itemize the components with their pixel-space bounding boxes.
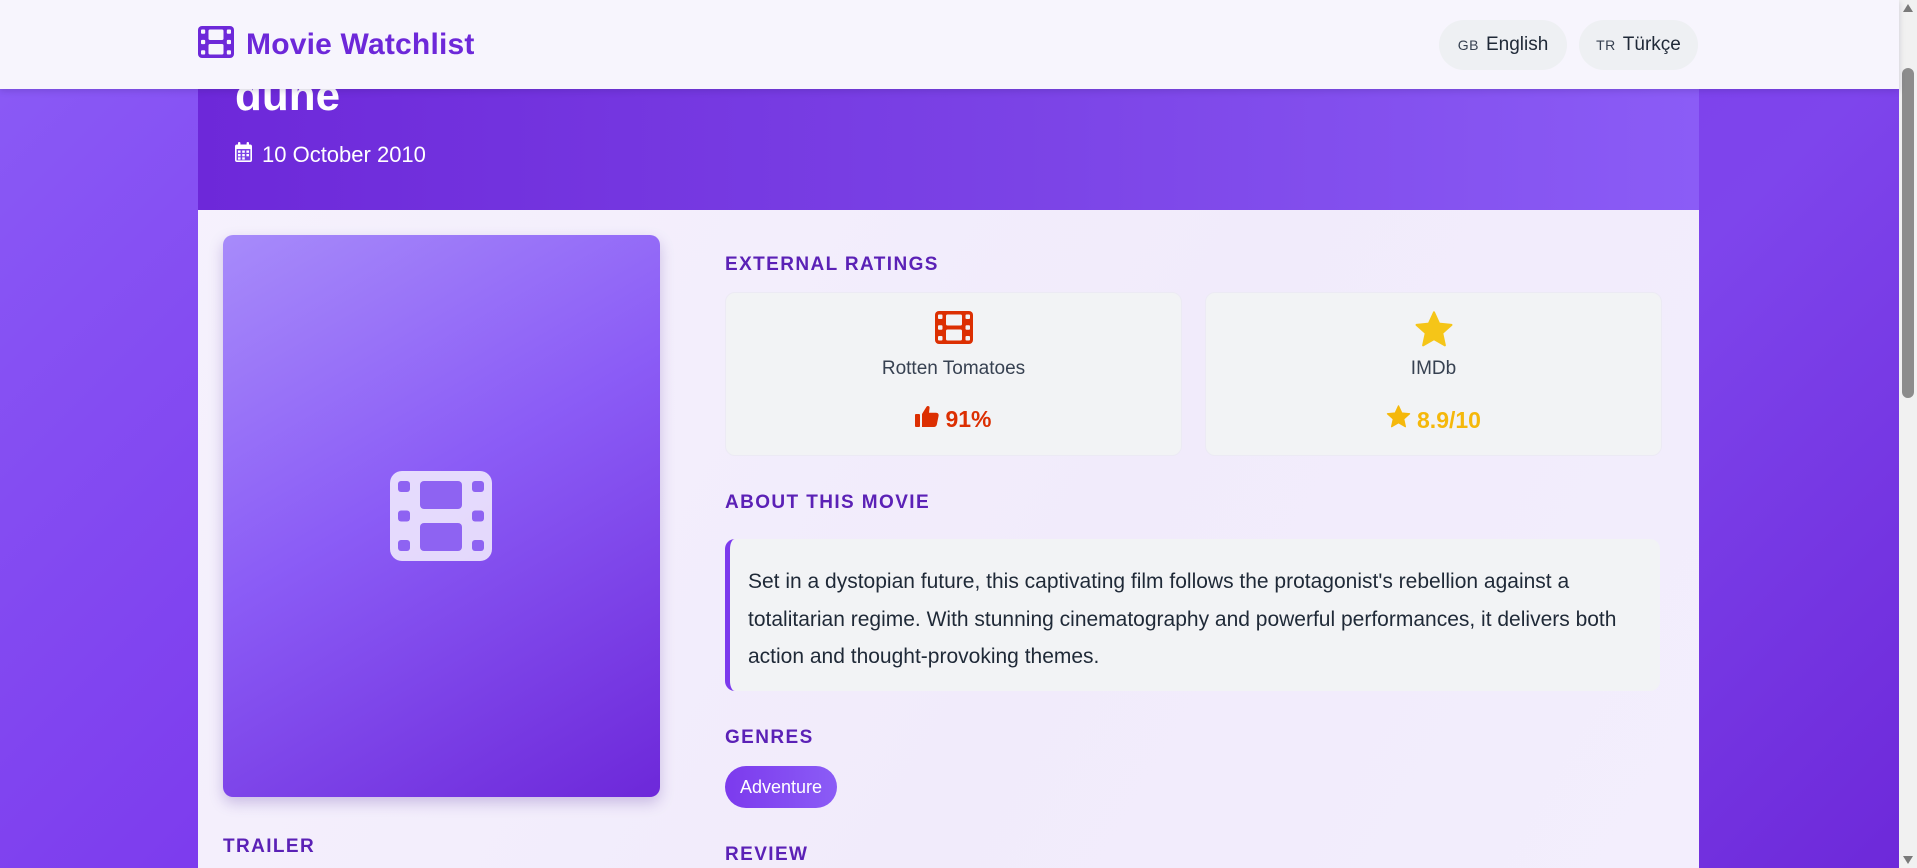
about-heading: ABOUT THIS MOVIE xyxy=(725,492,931,513)
star-icon xyxy=(1386,405,1411,435)
release-date: 10 October 2010 xyxy=(235,142,426,168)
rating-value-text: 91% xyxy=(945,405,992,432)
release-date-text: 10 October 2010 xyxy=(262,142,426,167)
scrollbar-thumb[interactable] xyxy=(1902,68,1914,398)
flag-tr-icon: TR xyxy=(1596,37,1616,53)
page-scrollbar[interactable] xyxy=(1899,0,1917,868)
review-heading: REVIEW xyxy=(725,844,809,865)
genre-tag[interactable]: Adventure xyxy=(725,766,837,808)
movie-detail-card: dune 10 October 2010 TRAILER EXTERNAL RA… xyxy=(198,0,1699,868)
about-description: Set in a dystopian future, this captivat… xyxy=(748,570,1617,668)
star-icon xyxy=(1414,311,1454,354)
rating-value-rotten-tomatoes: 91% xyxy=(726,405,1181,433)
film-icon xyxy=(390,471,492,566)
language-label: English xyxy=(1485,34,1549,55)
genres-heading: GENRES xyxy=(725,727,814,748)
rating-value-text: 8.9/10 xyxy=(1417,406,1481,433)
calendar-icon xyxy=(235,142,252,168)
scroll-up-arrow-icon[interactable] xyxy=(1903,4,1913,12)
trailer-heading: TRAILER xyxy=(223,836,316,857)
rating-source-label: IMDb xyxy=(1410,358,1457,379)
rating-card-rotten-tomatoes: Rotten Tomatoes 91% xyxy=(725,292,1182,456)
flag-gb-icon: GB xyxy=(1457,37,1479,53)
scroll-down-arrow-icon[interactable] xyxy=(1903,856,1913,864)
external-ratings-heading: EXTERNAL RATINGS xyxy=(725,254,939,275)
movie-poster-placeholder xyxy=(223,235,660,797)
brand-title: Movie Watchlist xyxy=(246,27,475,61)
rating-card-imdb: IMDb 8.9/10 xyxy=(1205,292,1662,456)
top-navbar: Movie Watchlist GB English TR Türkçe xyxy=(0,0,1899,89)
language-label: Türkçe xyxy=(1622,34,1681,55)
film-icon xyxy=(198,26,234,63)
language-turkish-button[interactable]: TR Türkçe xyxy=(1579,20,1698,70)
language-english-button[interactable]: GB English xyxy=(1439,20,1567,70)
film-icon xyxy=(934,311,973,349)
rating-source-label: Rotten Tomatoes xyxy=(881,358,1026,379)
thumbs-up-icon xyxy=(915,405,940,433)
brand-home-link[interactable]: Movie Watchlist xyxy=(198,26,475,63)
rating-value-imdb: 8.9/10 xyxy=(1206,405,1661,435)
about-description-box: Set in a dystopian future, this captivat… xyxy=(725,539,1660,691)
